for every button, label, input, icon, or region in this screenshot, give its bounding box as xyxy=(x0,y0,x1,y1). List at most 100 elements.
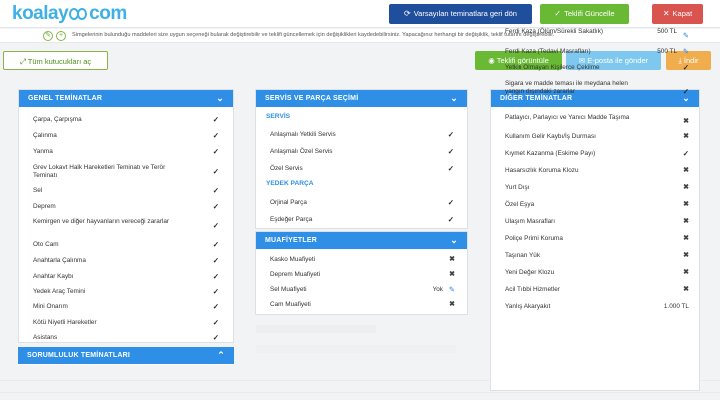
other-coverage-row[interactable]: Kıymet Kazanma (Eskime Payı) ✓ xyxy=(491,150,699,158)
coverage-label: Kıymet Kazanma (Eskime Payı) xyxy=(505,150,596,157)
coverage-row[interactable]: Çalınma ✓ xyxy=(19,132,233,140)
liability-coverage-header[interactable]: SORUMLULUK TEMİNATLARI ⌃ xyxy=(18,347,234,364)
exemption-row[interactable]: Cam Muafiyeti ✖ xyxy=(256,301,467,309)
other-coverage-panel: DİĞER TEMİNATLAR ⌄ Ferdi Kaza (Ölüm/Sürek… xyxy=(490,28,700,391)
check-icon: ✓ xyxy=(212,272,219,281)
check-icon: ✓ xyxy=(212,167,219,176)
cross-icon: ✖ xyxy=(683,286,689,293)
cross-icon: ✖ xyxy=(683,235,689,242)
coverage-row[interactable]: Kötü Niyetli Hareketler ✓ xyxy=(19,319,233,327)
cross-icon: ✖ xyxy=(449,256,455,263)
top-bar: koalay com ⟳ Varsayılan teminatlara geri d… xyxy=(0,0,720,28)
exemption-row[interactable]: Kasko Muafiyeti ✖ xyxy=(256,256,467,264)
spare-parts-heading: YEDEK PARÇA xyxy=(266,180,314,187)
spare-part-option[interactable]: Eşdeğer Parça ✓ xyxy=(256,216,467,224)
check-icon: ✓ xyxy=(682,63,689,72)
chevron-down-icon[interactable]: ⌄ xyxy=(450,232,458,249)
coverage-label: Ferdi Kaza (Ölüm/Sürekli Sakatlık) xyxy=(505,28,604,35)
check-icon: ✓ xyxy=(447,198,454,207)
coverage-label: Oto Cam xyxy=(33,241,59,248)
pencil-icon[interactable]: ✎ xyxy=(683,48,689,56)
cross-icon: ✖ xyxy=(683,201,689,208)
coverage-value: 500 TL xyxy=(657,48,677,55)
chevron-down-icon[interactable]: ⌄ xyxy=(450,90,458,107)
spare-part-option[interactable]: Orjinal Parça ✓ xyxy=(256,199,467,207)
other-coverage-row[interactable]: Yurt Dışı ✖ xyxy=(491,184,699,192)
check-icon: ✓ xyxy=(212,240,219,249)
general-coverage-header[interactable]: GENEL TEMİNATLAR ⌄ xyxy=(19,90,233,107)
other-coverage-row[interactable]: Yanlış Akaryakıt 1.000 TL xyxy=(491,303,699,311)
other-coverage-row[interactable]: Acil Tıbbi Hizmetler ✖ xyxy=(491,286,699,294)
coverage-label: Asistans xyxy=(33,334,58,341)
coverage-label: Poliçe Primi Koruma xyxy=(505,235,563,242)
service-option[interactable]: Anlaşmalı Özel Servis ✓ xyxy=(256,148,467,156)
coverage-label: Kemirgen ve diğer hayvanların vereceği z… xyxy=(33,218,170,225)
service-heading: SERVİS xyxy=(266,113,291,120)
other-coverage-row[interactable]: Özel Eşya ✖ xyxy=(491,201,699,209)
coverage-label: Orjinal Parça xyxy=(270,199,307,206)
coverage-label: Ferdi Kaza (Tedavi Masrafları) xyxy=(505,48,591,55)
chevron-down-icon[interactable]: ⌄ xyxy=(216,90,224,107)
exemption-row[interactable]: Deprem Muafiyeti ✖ xyxy=(256,271,467,279)
coverage-row[interactable]: Sel ✓ xyxy=(19,187,233,195)
cross-icon: ✖ xyxy=(683,118,689,125)
coverage-row[interactable]: Yanma ✓ xyxy=(19,148,233,156)
coverage-label: Cam Muafiyeti xyxy=(270,301,311,308)
other-coverage-row[interactable]: Taşınan Yük ✖ xyxy=(491,252,699,260)
coverage-label: Sigara ve madde teması ile meydana helen… xyxy=(505,80,628,95)
coverage-row[interactable]: Anahtarla Çalınma ✓ xyxy=(19,257,233,265)
coverage-label: Çarpa, Çarpışma xyxy=(33,116,82,123)
coverage-row[interactable]: Mini Onarım ✓ xyxy=(19,303,233,311)
update-quote-button[interactable]: ✓ Teklifi Güncelle xyxy=(540,4,629,24)
service-parts-header[interactable]: SERVİS VE PARÇA SEÇİMİ ⌄ xyxy=(256,90,467,107)
coverage-row[interactable]: Asistans ✓ xyxy=(19,334,233,342)
coverage-label: Acil Tıbbi Hizmetler xyxy=(505,286,560,293)
other-coverage-row[interactable]: Patlayıcı, Parlayıcı ve Yanıcı Madde Taş… xyxy=(491,114,699,130)
chevron-up-icon[interactable]: ⌃ xyxy=(217,347,225,364)
coverage-label: Eşdeğer Parça xyxy=(270,216,313,223)
coverage-label: Çalınma xyxy=(33,132,57,139)
coverage-label: Anahtar Kaybı xyxy=(33,273,74,280)
open-all-boxes-button[interactable]: ⤢ Tüm kutucukları aç xyxy=(3,51,108,70)
cross-icon: ✖ xyxy=(449,271,455,278)
coverage-label: Sel xyxy=(33,187,43,194)
service-option[interactable]: Özel Servis ✓ xyxy=(256,165,467,173)
other-coverage-row[interactable]: Sigara ve madde teması ile meydana helen… xyxy=(491,80,699,104)
koalay-logo[interactable]: koalay com xyxy=(12,3,127,25)
check-icon: ✓ xyxy=(447,130,454,139)
coverage-row[interactable]: Kemirgen ve diğer hayvanların vereceği z… xyxy=(19,218,233,234)
general-coverage-panel: GENEL TEMİNATLAR ⌄ Çarpa, Çarpışma ✓ Çalınm… xyxy=(18,89,234,343)
coverage-label: Anahtarla Çalınma xyxy=(33,257,86,264)
other-coverage-row[interactable]: Ulaşım Masrafları ✖ xyxy=(491,218,699,226)
exemptions-header[interactable]: MUAFİYETLER ⌄ xyxy=(256,232,467,249)
check-icon: ✓ xyxy=(447,215,454,224)
coverage-row[interactable]: Yedek Araç Temini ✓ xyxy=(19,288,233,296)
other-coverage-row[interactable]: Poliçe Primi Koruma ✖ xyxy=(491,235,699,243)
exemption-row[interactable]: Sel Muafiyeti Yok ✎ xyxy=(256,286,467,294)
other-coverage-row[interactable]: Yeni Değer Klozu ✖ xyxy=(491,269,699,277)
other-coverage-row[interactable]: Ferdi Kaza (Ölüm/Sürekli Sakatlık) 500 TL… xyxy=(491,28,699,44)
exemptions-panel: MUAFİYETLER ⌄ Kasko Muafiyeti ✖ Deprem Muaf… xyxy=(255,231,468,315)
coverage-label: Özel Eşya xyxy=(505,201,535,208)
pencil-icon[interactable]: ✎ xyxy=(683,32,689,40)
other-coverage-row[interactable]: Kullanım Gelir Kaybı/İş Durması ✖ xyxy=(491,133,699,141)
coverage-row[interactable]: Anahtar Kaybı ✓ xyxy=(19,273,233,281)
coverage-row[interactable]: Deprem ✓ xyxy=(19,203,233,211)
other-coverage-row[interactable]: Yetkili Olmayan Kişilerce Çekilme ✓ xyxy=(491,64,699,72)
coverage-row[interactable]: Oto Cam ✓ xyxy=(19,241,233,249)
reset-defaults-button[interactable]: ⟳ Varsayılan teminatlara geri dön xyxy=(389,4,532,24)
check-icon: ✓ xyxy=(212,302,219,311)
check-icon: ✓ xyxy=(212,287,219,296)
background-placeholder xyxy=(256,325,376,333)
coverage-label: Yeni Değer Klozu xyxy=(505,269,555,276)
cross-icon: ✖ xyxy=(683,133,689,140)
cross-icon: ✖ xyxy=(683,252,689,259)
other-coverage-row[interactable]: Ferdi Kaza (Tedavi Masrafları) 500 TL ✎ xyxy=(491,48,699,56)
pencil-icon[interactable]: ✎ xyxy=(449,286,455,294)
other-coverage-row[interactable]: Hasarsızlık Koruma Klozu ✖ xyxy=(491,167,699,175)
coverage-row[interactable]: Çarpa, Çarpışma ✓ xyxy=(19,116,233,124)
coverage-label: Kullanım Gelir Kaybı/İş Durması xyxy=(505,133,596,140)
coverage-row[interactable]: Grev Lokavt Halk Hareketleri Teminatı ve… xyxy=(19,164,233,180)
service-option[interactable]: Anlaşmalı Yetkili Servis ✓ xyxy=(256,131,467,139)
close-button[interactable]: ✕ Kapat xyxy=(652,4,703,24)
